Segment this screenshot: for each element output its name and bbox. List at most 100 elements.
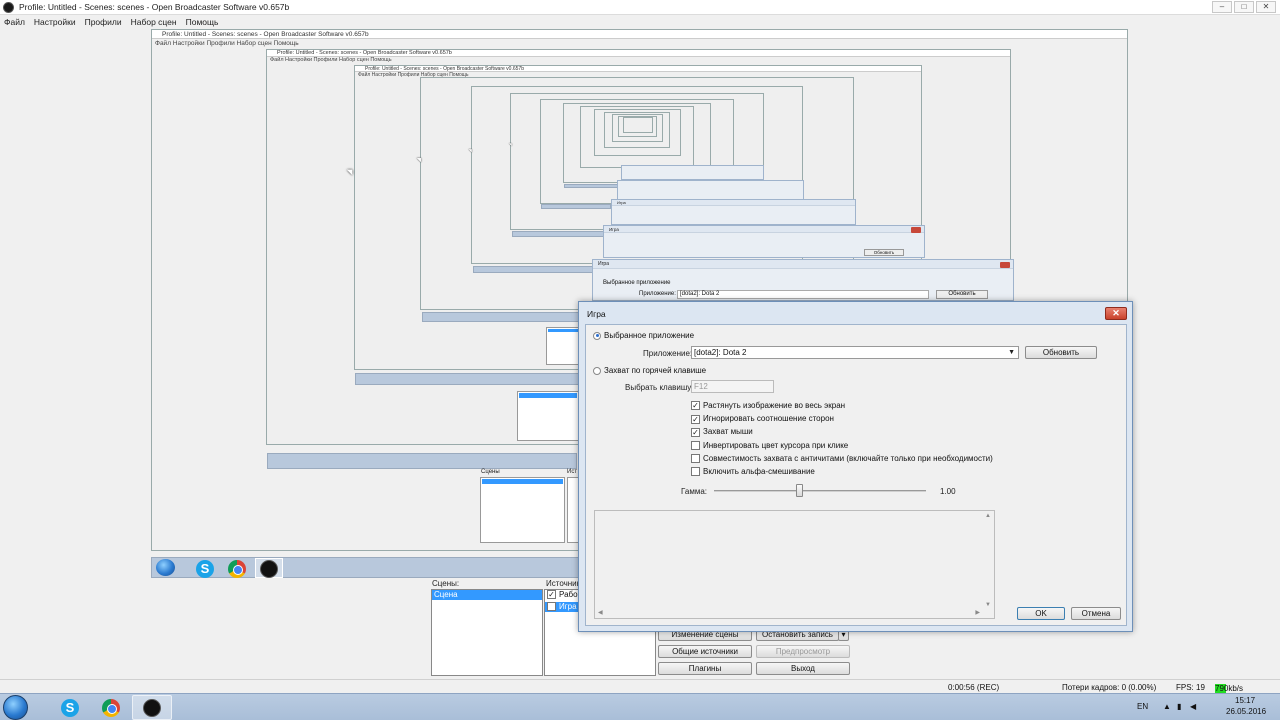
- chrome-icon: [102, 698, 120, 717]
- chevron-down-icon: ▼: [1008, 349, 1015, 356]
- preview-taskbar-strip: S: [151, 557, 579, 578]
- taskbar-skype[interactable]: S: [50, 695, 90, 720]
- nested-dialog-title: Игра: [612, 200, 855, 206]
- menu-help[interactable]: Помощь: [186, 17, 219, 27]
- invert-cursor-option[interactable]: Инвертировать цвет курсора при клике: [691, 439, 993, 452]
- nested-window-menu: Файл Настройки Профили Набор сцен Помощь: [155, 40, 299, 47]
- minimize-button[interactable]: –: [1212, 1, 1232, 13]
- start-button[interactable]: [3, 695, 28, 720]
- network-icon[interactable]: ▮: [1177, 702, 1181, 711]
- stretch-label: Растянуть изображение во весь экран: [703, 401, 846, 410]
- invert-cursor-checkbox[interactable]: [691, 441, 700, 450]
- menu-settings[interactable]: Настройки: [34, 17, 76, 27]
- ok-button[interactable]: OK: [1017, 607, 1065, 620]
- taskbar-chrome[interactable]: [91, 695, 131, 720]
- selected-app-option[interactable]: Выбранное приложение: [593, 331, 694, 340]
- scroll-up-icon[interactable]: ▲: [985, 513, 991, 519]
- nested-dialog-title: Игра: [604, 226, 924, 233]
- cancel-button[interactable]: Отмена: [1071, 607, 1121, 620]
- nested-dialog-title: Игра: [593, 260, 1013, 269]
- nested-taskbar: [422, 312, 580, 322]
- capture-mouse-label: Захват мыши: [703, 427, 753, 437]
- alpha-blend-checkbox[interactable]: [691, 467, 700, 477]
- global-sources-button[interactable]: Общие источники: [658, 645, 752, 658]
- nested-dialog-copy: Игра: [611, 199, 856, 225]
- ignore-aspect-checkbox[interactable]: ✓: [691, 414, 700, 424]
- source-name: Игра: [559, 602, 577, 611]
- bitrate-value: 790kb/s: [1215, 684, 1244, 693]
- gamma-label: Гамма:: [681, 487, 708, 496]
- language-indicator[interactable]: EN: [1137, 702, 1148, 711]
- invert-cursor-label: Инвертировать цвет курсора при клике: [703, 440, 849, 450]
- capture-mouse-checkbox[interactable]: ✓: [691, 427, 700, 437]
- nested-dialog-app-value: [dota2]: Dota 2: [677, 290, 929, 299]
- hotkey-capture-option[interactable]: Захват по горячей клавише: [593, 366, 706, 375]
- scenes-list[interactable]: Сцена: [431, 589, 543, 676]
- window-controls: – □ ✕: [1212, 1, 1276, 13]
- ignore-aspect-option[interactable]: ✓ Игнорировать соотношение сторон: [691, 412, 993, 425]
- clock-time[interactable]: 15:17: [1235, 696, 1255, 705]
- maximize-button[interactable]: □: [1234, 1, 1254, 13]
- scroll-right-icon[interactable]: ▶: [975, 609, 980, 616]
- refresh-button[interactable]: Обновить: [1025, 346, 1097, 359]
- nested-scenes-label: Сцены: [481, 469, 500, 475]
- dropped-frames: Потери кадров: 0 (0.00%): [1062, 683, 1157, 692]
- chrome-icon: [228, 560, 246, 578]
- status-bar: 0:00:56 (REC) Потери кадров: 0 (0.00%) F…: [0, 679, 1280, 695]
- menu-profiles[interactable]: Профили: [85, 17, 122, 27]
- scroll-left-icon[interactable]: ◀: [598, 609, 603, 616]
- nested-dialog-copy: [617, 180, 804, 200]
- selected-app-label: Выбранное приложение: [604, 331, 695, 340]
- dialog-close-button[interactable]: ✕: [1105, 307, 1127, 320]
- dialog-title: Игра: [587, 309, 606, 319]
- close-window-button[interactable]: ✕: [1256, 1, 1276, 13]
- nested-sources-label: Ист: [567, 469, 578, 475]
- stretch-option[interactable]: ✓ Растянуть изображение во весь экран: [691, 399, 993, 412]
- clock-date[interactable]: 26.05.2016: [1226, 707, 1266, 716]
- scroll-down-icon[interactable]: ▼: [985, 602, 991, 608]
- nested-dialog-refresh: Обновить: [864, 249, 904, 256]
- nested-dialog-option: Выбранное приложение: [603, 280, 671, 286]
- nested-taskbar: [473, 266, 593, 273]
- capture-mouse-option[interactable]: ✓ Захват мыши: [691, 425, 993, 438]
- menu-file[interactable]: Файл: [4, 17, 25, 27]
- nested-taskbar: [541, 204, 611, 209]
- anticheat-checkbox[interactable]: [691, 454, 700, 464]
- nested-window-title: Profile: Untitled - Scenes: scenes - Ope…: [267, 50, 1010, 57]
- stretch-checkbox[interactable]: ✓: [691, 401, 700, 411]
- menu-scene-collection[interactable]: Набор сцен: [131, 17, 177, 27]
- skype-icon: S: [196, 560, 214, 578]
- alpha-blend-label: Включить альфа-смешивание: [703, 467, 815, 477]
- ignore-aspect-label: Игнорировать соотношение сторон: [703, 414, 834, 424]
- hotkey-capture-radio[interactable]: [593, 366, 601, 375]
- source-checkbox[interactable]: [547, 602, 556, 612]
- obs-icon: [260, 560, 278, 578]
- hotkey-input[interactable]: F12: [691, 380, 774, 393]
- tray-show-hidden-icon[interactable]: ▲: [1163, 702, 1171, 711]
- taskbar-obs[interactable]: [132, 695, 172, 720]
- source-checkbox[interactable]: ✓: [547, 590, 556, 600]
- source-name: Рабо: [559, 590, 578, 599]
- nested-window-title: Profile: Untitled - Scenes: scenes - Ope…: [152, 30, 1127, 39]
- exit-button[interactable]: Выход: [756, 662, 850, 675]
- nested-taskbar: [355, 373, 580, 385]
- plugins-button[interactable]: Плагины: [658, 662, 752, 675]
- scenes-label: Сцены:: [432, 579, 460, 588]
- volume-icon[interactable]: ◀: [1190, 702, 1196, 711]
- anticheat-option[interactable]: Совместимость захвата с античитами (вклю…: [691, 452, 993, 465]
- game-capture-dialog: Игра ✕ Выбранное приложение Приложение: …: [578, 301, 1133, 632]
- nested-dialog-copy: Игра Выбранное приложение Приложение: [d…: [592, 259, 1014, 301]
- app-select[interactable]: [dota2]: Dota 2 ▼: [691, 346, 1019, 359]
- preview-button[interactable]: Предпросмотр: [756, 645, 850, 658]
- system-tray: EN ▲ ▮ ◀ 15:17 26.05.2016: [1130, 694, 1280, 720]
- gamma-slider-track[interactable]: [714, 490, 926, 492]
- alpha-blend-option[interactable]: Включить альфа-смешивание: [691, 465, 993, 478]
- gamma-slider-thumb[interactable]: [796, 484, 803, 497]
- obs-app-icon: [3, 1, 14, 13]
- scene-item[interactable]: Сцена: [432, 590, 542, 600]
- window-titlebar: Profile: Untitled - Scenes: scenes - Ope…: [0, 0, 1280, 15]
- menu-bar: Файл Настройки Профили Набор сцен Помощь: [0, 15, 1280, 28]
- nested-dialog-refresh: Обновить: [936, 290, 988, 299]
- selected-app-radio[interactable]: [593, 331, 601, 340]
- options-checkboxes: ✓ Растянуть изображение во весь экран ✓ Иг…: [691, 399, 993, 478]
